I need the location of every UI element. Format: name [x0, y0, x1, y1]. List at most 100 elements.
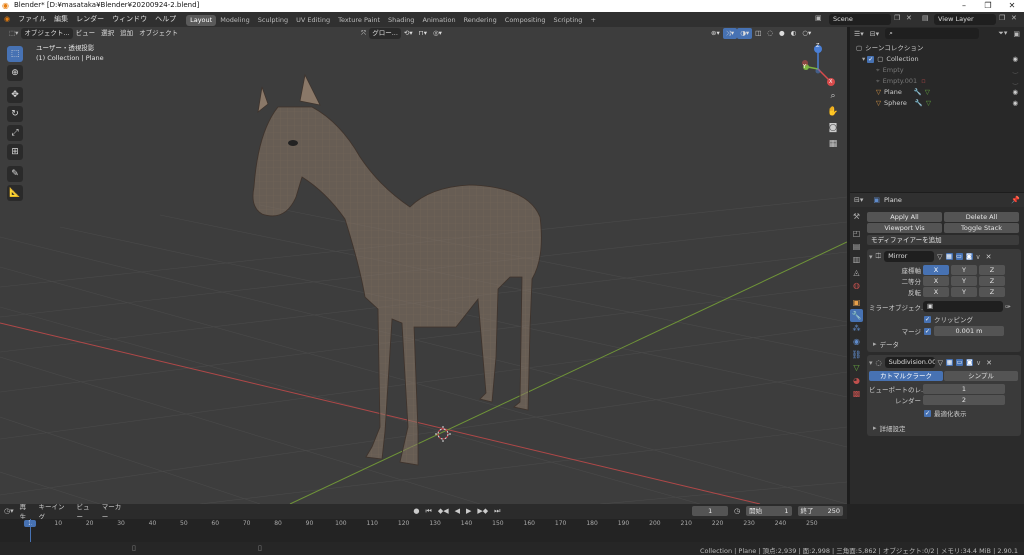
axis-x-toggle[interactable]: X [923, 265, 949, 275]
menu-object[interactable]: オブジェクト [136, 28, 181, 39]
view-layer-tab-icon[interactable]: ▥ [850, 253, 863, 266]
properties-editor-type-icon[interactable]: ⊟▾ [854, 196, 863, 204]
overlay-toggle-icon[interactable]: ◑▾ [737, 28, 753, 39]
simple-button[interactable]: シンプル [944, 371, 1018, 381]
subdivision-name-field[interactable]: Subdivision.001 [884, 357, 935, 368]
tab-uv-editing[interactable]: UV Editing [292, 15, 334, 26]
particles-tab-icon[interactable]: ⁂ [850, 322, 863, 335]
tab-rendering[interactable]: Rendering [460, 15, 501, 26]
scene-tab-icon[interactable]: ◬ [850, 266, 863, 279]
tab-animation[interactable]: Animation [418, 15, 459, 26]
edit-mode-toggle-icon[interactable]: ▽ [938, 359, 943, 367]
scene-field[interactable]: Scene [829, 14, 891, 25]
view-layer-browse-icon[interactable]: ❐ [999, 14, 1005, 22]
tab-shading[interactable]: Shading [384, 15, 418, 26]
outliner-item-empty-001[interactable]: ⌖ Empty.001 ▫ ‿ [856, 76, 1018, 87]
bisect-x-toggle[interactable]: X [923, 276, 949, 286]
measure-tool-icon[interactable]: 📐 [7, 185, 23, 201]
add-workspace-button[interactable]: + [586, 15, 599, 26]
collection-row[interactable]: ▾ ✓ ▢ Collection ◉ [856, 54, 1018, 65]
current-frame-field[interactable]: 1 [692, 506, 728, 516]
render-toggle-icon[interactable]: ◙ [966, 359, 974, 366]
marker-menu[interactable]: マーカー [102, 501, 128, 521]
proportional-edit-icon[interactable]: ◎▾ [430, 28, 445, 39]
menu-file[interactable]: ファイル [14, 12, 50, 27]
data-subpanel-label[interactable]: データ [880, 339, 900, 349]
pan-hand-icon[interactable]: ✋ [826, 105, 840, 119]
outliner-item-sphere[interactable]: ▽ Sphere 🔧 ▽ ◉ [856, 98, 1018, 109]
axis-y-toggle[interactable]: Y [951, 265, 977, 275]
collection-visibility-icon[interactable]: ◉ [1012, 54, 1018, 65]
shading-wireframe-icon[interactable]: ◌ [764, 28, 776, 39]
zoom-icon[interactable]: ⌕ [826, 89, 840, 103]
bisect-y-toggle[interactable]: Y [951, 276, 977, 286]
play-icon[interactable]: ▶ [466, 507, 471, 515]
prev-keyframe-icon[interactable]: ◆◀ [438, 507, 449, 515]
end-frame-field[interactable]: 終了 250 [797, 506, 843, 516]
collection-checkbox[interactable]: ✓ [867, 56, 875, 63]
move-tool-icon[interactable]: ✥ [7, 87, 23, 103]
gizmo-toggle-icon[interactable]: ⤨▾ [722, 28, 738, 39]
scale-tool-icon[interactable]: ⤢ [7, 125, 23, 141]
cursor-tool-icon[interactable]: ⊕ [7, 65, 23, 81]
catmull-clark-button[interactable]: カトマルクラーク [869, 371, 943, 381]
start-frame-field[interactable]: 開始 1 [746, 506, 792, 516]
gizmo-y-label[interactable]: Y [803, 64, 806, 70]
modifier-menu-icon[interactable]: ∨ [976, 253, 981, 261]
remove-modifier-icon[interactable]: ✕ [986, 253, 992, 261]
object-mode-dropdown[interactable]: オブジェクト... [21, 28, 73, 39]
cage-toggle-icon[interactable]: ▦ [946, 359, 954, 366]
gizmo-z-label[interactable]: Z [816, 43, 819, 49]
visibility-eye-icon[interactable]: ◉ [1012, 87, 1018, 98]
menu-add[interactable]: 追加 [117, 28, 136, 39]
viewport-vis-button[interactable]: Viewport Vis [867, 223, 942, 233]
close-button[interactable]: ✕ [1000, 0, 1024, 12]
playback-menu[interactable]: 再生 [20, 501, 33, 521]
outliner-item-empty[interactable]: ⌖ Empty ‿ [856, 65, 1018, 76]
collapse-arrow-icon[interactable]: ▾ [869, 253, 873, 261]
editor-type-icon[interactable]: ⬚▾ [6, 28, 21, 39]
shading-material-icon[interactable]: ◐ [788, 28, 800, 39]
scene-collection-row[interactable]: ▢ シーンコレクション [856, 43, 1018, 54]
constraints-tab-icon[interactable]: ⛓ [850, 348, 863, 361]
pivot-point-icon[interactable]: ⟲▾ [401, 28, 416, 39]
modifier-tab-icon[interactable]: 🔧 [850, 309, 863, 322]
maximize-button[interactable]: ❐ [976, 0, 1000, 12]
next-keyframe-icon[interactable]: ▶◆ [477, 507, 488, 515]
texture-tab-icon[interactable]: ▩ [850, 387, 863, 400]
timeline-view-menu[interactable]: ビュー [77, 501, 96, 521]
snap-icon[interactable]: ⊓▾ [416, 28, 430, 39]
render-toggle-icon[interactable]: ◙ [965, 253, 973, 260]
axis-z-toggle[interactable]: Z [979, 265, 1005, 275]
expand-arrow-icon[interactable]: ▾ [862, 54, 865, 65]
minimize-button[interactable]: – [952, 0, 976, 12]
tab-compositing[interactable]: Compositing [501, 15, 550, 26]
visibility-eye-icon[interactable]: ◉ [1012, 98, 1018, 109]
optimal-display-checkbox[interactable]: ✓ [924, 409, 931, 417]
hidden-eye-icon[interactable]: ‿ [1013, 65, 1018, 76]
display-mode-icon[interactable]: ⊟▾ [870, 30, 879, 38]
gizmo-x-label[interactable]: X [829, 79, 832, 85]
advanced-expand-icon[interactable]: ▸ [873, 424, 877, 432]
filter-icon[interactable]: ⏷▾ [998, 29, 1007, 38]
viewport-toggle-icon[interactable]: ▭ [955, 253, 963, 260]
view-layer-field[interactable]: View Layer [934, 14, 996, 25]
merge-checkbox[interactable]: ✓ [924, 327, 931, 335]
cage-toggle-icon[interactable]: ▦ [945, 253, 953, 260]
tab-texture-paint[interactable]: Texture Paint [334, 15, 384, 26]
modifier-menu-icon[interactable]: ∨ [976, 359, 981, 367]
outliner-item-plane[interactable]: ▽ Plane 🔧 ▽ ◉ [856, 87, 1018, 98]
hidden-eye-icon[interactable]: ‿ [1013, 76, 1018, 87]
menu-view[interactable]: ビュー [73, 28, 99, 39]
playhead-line[interactable] [30, 519, 31, 542]
jump-start-icon[interactable]: ⏮ [426, 507, 432, 516]
material-tab-icon[interactable]: ◕ [850, 374, 863, 387]
view-layer-remove-icon[interactable]: ✕ [1011, 14, 1017, 22]
edit-mode-toggle-icon[interactable]: ▽ [937, 253, 942, 261]
menu-window[interactable]: ウィンドウ [108, 12, 151, 27]
output-tab-icon[interactable]: ▤ [850, 240, 863, 253]
outliner-editor-type-icon[interactable]: ☰▾ [854, 30, 864, 38]
scene-remove-icon[interactable]: ✕ [906, 14, 912, 22]
tab-scripting[interactable]: Scripting [550, 15, 587, 26]
flip-y-toggle[interactable]: Y [951, 287, 977, 297]
